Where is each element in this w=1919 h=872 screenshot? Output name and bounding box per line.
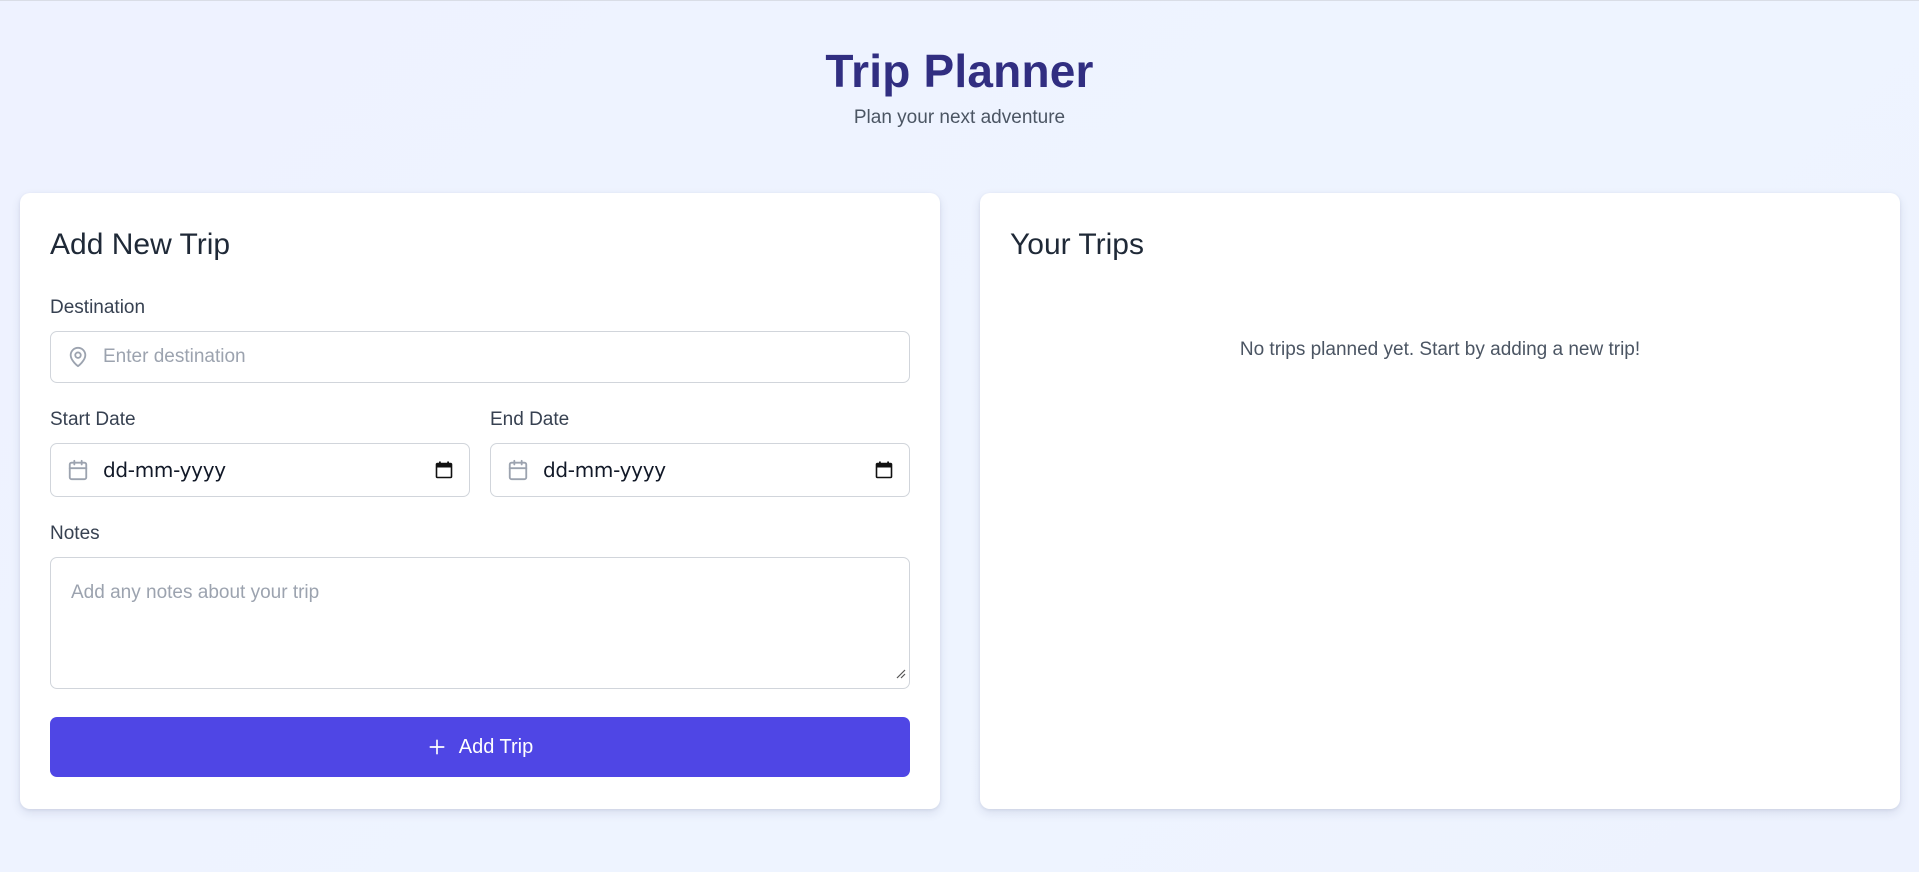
plus-icon <box>427 737 447 757</box>
calendar-picker-icon[interactable] <box>875 461 893 479</box>
add-trip-button-label: Add Trip <box>458 735 534 758</box>
empty-trips-message: No trips planned yet. Start by adding a … <box>1239 339 1641 360</box>
add-trip-title: Add New Trip <box>50 228 231 261</box>
page-title: Trip Planner <box>825 45 1094 97</box>
notes-label: Notes <box>50 523 100 544</box>
end-date-input[interactable]: dd-mm-yyyy <box>490 443 910 497</box>
main-columns: Add New Trip Destination Start Date <box>20 193 1900 809</box>
calendar-icon <box>507 458 529 482</box>
destination-input[interactable] <box>103 346 893 368</box>
end-date-group: End Date dd-mm-yyyy <box>490 409 910 497</box>
add-trip-card: Add New Trip Destination Start Date <box>20 193 940 809</box>
start-date-label: Start Date <box>50 409 136 430</box>
calendar-picker-icon[interactable] <box>435 461 453 479</box>
page-header: Trip Planner Plan your next adventure <box>0 1 1919 129</box>
start-date-value: dd-mm-yyyy <box>103 458 226 482</box>
end-date-value: dd-mm-yyyy <box>543 458 666 482</box>
destination-label: Destination <box>50 297 146 318</box>
start-date-input[interactable]: dd-mm-yyyy <box>50 443 470 497</box>
date-row: Start Date dd-mm-yyyy End Date dd-mm-yyy… <box>50 409 910 497</box>
add-trip-button[interactable]: Add Trip <box>50 717 910 777</box>
start-date-group: Start Date dd-mm-yyyy <box>50 409 470 497</box>
map-pin-icon <box>67 345 89 369</box>
calendar-icon <box>67 458 89 482</box>
notes-textarea[interactable]: Add any notes about your trip <box>50 557 910 689</box>
your-trips-title: Your Trips <box>1010 228 1144 261</box>
notes-placeholder: Add any notes about your trip <box>71 582 320 603</box>
page-subtitle: Plan your next adventure <box>853 107 1066 128</box>
your-trips-card: Your Trips No trips planned yet. Start b… <box>980 193 1900 809</box>
destination-field[interactable] <box>50 331 910 383</box>
resize-handle-icon[interactable] <box>896 663 906 685</box>
end-date-label: End Date <box>490 409 570 430</box>
